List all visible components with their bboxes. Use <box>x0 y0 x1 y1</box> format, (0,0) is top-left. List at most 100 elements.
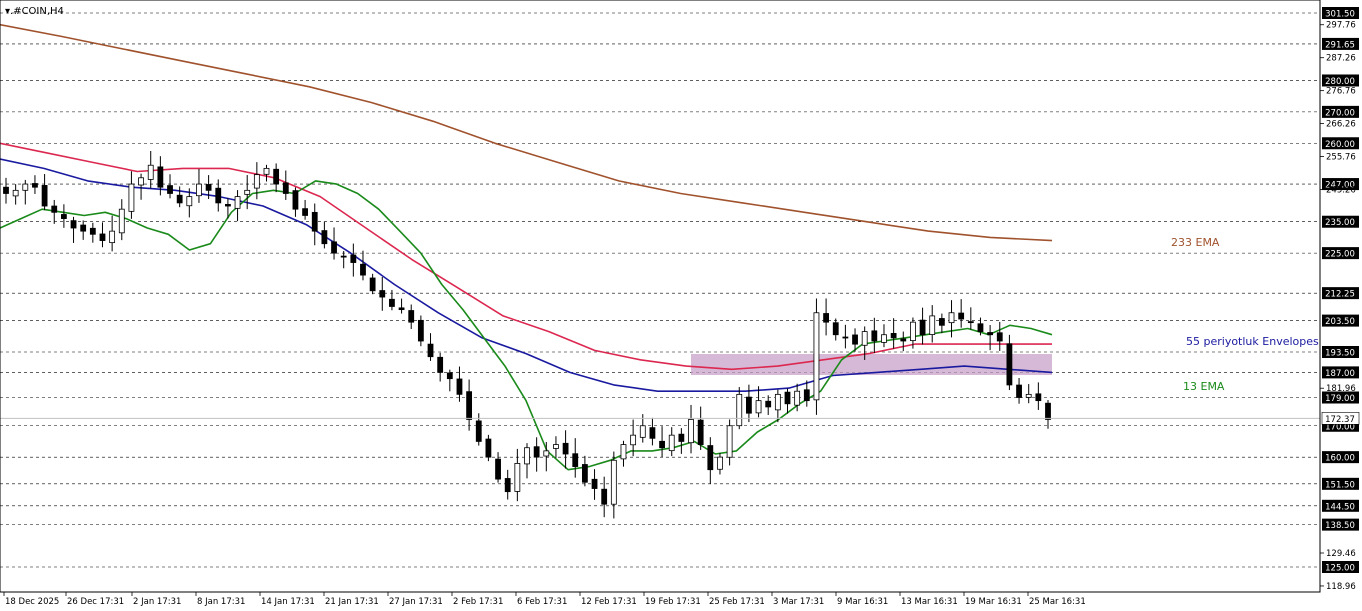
candle-body <box>99 233 106 241</box>
candle-body <box>3 186 9 194</box>
candle-body <box>736 393 743 427</box>
candle-body <box>118 208 125 234</box>
candle-body <box>842 336 849 339</box>
candle-body <box>977 323 984 332</box>
candle-body <box>225 203 231 207</box>
candle-body <box>707 445 714 471</box>
time-label: 19 Feb 17:31 <box>645 597 701 607</box>
price-level-label: 144.50 <box>1325 502 1355 512</box>
candle-body <box>427 343 434 358</box>
time-label: 26 Dec 17:31 <box>67 597 124 607</box>
candle-body <box>601 488 608 505</box>
candle-body <box>446 372 453 380</box>
candle-body <box>581 464 588 483</box>
candle-body <box>514 463 521 492</box>
candle-body <box>1025 393 1032 398</box>
candle-body <box>495 458 501 480</box>
price-level-label: 301.50 <box>1325 10 1355 20</box>
candle-body <box>109 230 116 244</box>
candle-body <box>196 183 202 197</box>
time-label: 21 Jan 17:31 <box>325 597 379 607</box>
candle-body <box>504 478 511 493</box>
candle-body <box>167 185 173 194</box>
candle-body <box>176 194 183 204</box>
candle-body <box>1045 402 1051 420</box>
price-chart[interactable]: 301.50297.76 291.65 287.26 280.00276.76 270.… <box>0 0 1362 611</box>
candle-body <box>311 211 318 232</box>
candle-body <box>813 312 820 401</box>
candle-body <box>282 182 289 194</box>
candle-body <box>678 433 685 442</box>
candle-body <box>437 356 444 373</box>
price-level-label: 125.00 <box>1325 564 1355 574</box>
candle-body <box>292 190 299 210</box>
time-label: 8 Jan 17:31 <box>197 597 245 607</box>
candle-body <box>996 332 1003 342</box>
candle-body <box>639 425 646 438</box>
candle-body <box>321 230 328 245</box>
time-label: 3 Mar 17:31 <box>773 597 824 607</box>
price-level-label: 138.50 <box>1325 521 1355 531</box>
candle-body <box>948 312 955 324</box>
candle-body <box>253 174 260 189</box>
candle-body <box>1016 384 1022 398</box>
chart-background <box>0 0 1362 611</box>
time-label: 14 Jan 17:31 <box>261 597 315 607</box>
candle-body <box>244 189 251 195</box>
candle-body <box>543 450 550 457</box>
price-axis: 301.50297.76 291.65 287.26 280.00276.76 270.… <box>1320 7 1360 592</box>
price-tick-label: 129.46 <box>1326 549 1356 559</box>
candle-body <box>398 307 405 311</box>
candle-body <box>205 184 212 191</box>
time-label: 2 Jan 17:31 <box>133 597 181 607</box>
candle-body <box>379 290 386 298</box>
candle-body <box>1035 393 1042 402</box>
price-level-label: 260.00 <box>1325 140 1355 150</box>
candle-body <box>765 400 772 408</box>
candle-body <box>234 196 241 209</box>
candle-body <box>562 442 569 455</box>
candle-body <box>620 444 627 460</box>
candle-body <box>215 187 222 204</box>
candle-body <box>331 241 337 254</box>
chart-title: ▾.#COIN,H4 <box>5 6 64 17</box>
price-tick-label: 118.96 <box>1326 582 1356 592</box>
candle-body <box>910 321 916 341</box>
candle-body <box>774 393 781 411</box>
price-level-label: 151.50 <box>1325 480 1355 490</box>
candle-body <box>553 444 559 449</box>
candle-body <box>852 334 858 345</box>
candle-body <box>273 168 280 185</box>
candle-body <box>128 183 135 212</box>
candle-body <box>803 389 810 402</box>
candle-body <box>755 400 762 414</box>
price-level-label: 193.50 <box>1325 348 1355 358</box>
candle-body <box>456 378 463 395</box>
candle-body <box>890 333 897 339</box>
price-level-label: 212.25 <box>1325 290 1355 300</box>
candle-body <box>967 321 974 324</box>
candle-body <box>832 322 839 336</box>
price-level-label: 225.00 <box>1325 250 1355 260</box>
price-level-label: 203.50 <box>1325 317 1355 327</box>
price-level-label: 187.00 <box>1325 369 1355 379</box>
candle-body <box>389 298 395 307</box>
candle-body <box>80 224 87 232</box>
current-price-label: 172.37 <box>1325 415 1355 425</box>
time-label: 25 Feb 17:31 <box>709 597 765 607</box>
price-tick-label: 287.26 <box>1326 54 1356 64</box>
time-label: 13 Mar 16:31 <box>901 597 958 607</box>
candle-body <box>591 478 598 489</box>
time-label: 2 Feb 17:31 <box>453 597 503 607</box>
candle-body <box>881 334 887 343</box>
candle-body <box>572 453 579 467</box>
candle-body <box>157 166 164 188</box>
candle-body <box>60 214 67 219</box>
candle-body <box>746 396 752 414</box>
candle-body <box>12 189 19 197</box>
envelopes-label: 55 periyotluk Envelopes <box>1186 335 1319 348</box>
candle-body <box>958 312 965 320</box>
candle-body <box>41 185 48 207</box>
candle-body <box>938 318 945 326</box>
price-level-label: 235.00 <box>1325 218 1355 228</box>
